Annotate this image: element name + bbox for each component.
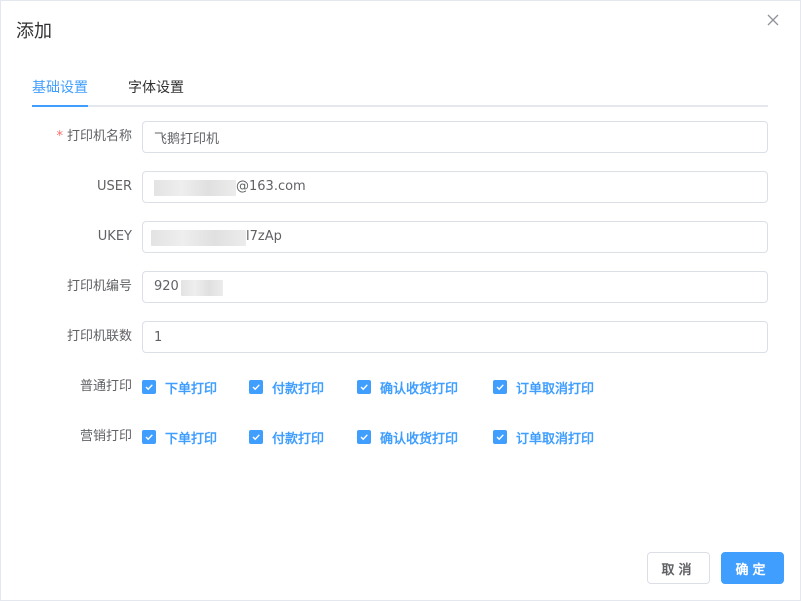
user-row: USER @163.com [1, 171, 801, 203]
marketing-print-row: 营销打印 下单打印 付款打印 确认收货打印 订单取消打印 [1, 421, 801, 453]
checkbox-checked[interactable] [493, 380, 507, 394]
ukey-value: l7zAp [246, 229, 282, 244]
printer-name-row: * 打印机名称 [1, 121, 801, 153]
add-printer-dialog: 添加 基础设置 字体设置 *打印机名称 USER @163.com UKEY l… [0, 0, 801, 601]
printer-name-label: * 打印机名称 [56, 129, 132, 144]
checkbox-checked[interactable] [249, 430, 263, 444]
user-value: @163.com [236, 179, 306, 194]
printer-sn-value: 920 [154, 279, 179, 294]
marketing-print-order-checkbox[interactable]: 下单打印 [142, 421, 217, 453]
checkbox-checked[interactable] [357, 380, 371, 394]
user-label: USER [96, 179, 132, 194]
checkbox-checked[interactable] [142, 380, 156, 394]
tab-active-indicator [32, 105, 88, 107]
close-icon[interactable] [766, 13, 782, 29]
normal-print-cancel-checkbox[interactable]: 订单取消打印 [493, 371, 594, 403]
ukey-input[interactable]: l7zAp [142, 221, 768, 253]
checkbox-checked[interactable] [357, 430, 371, 444]
normal-print-label: 普通打印 [79, 379, 132, 394]
marketing-print-cancel-checkbox[interactable]: 订单取消打印 [493, 421, 594, 453]
printer-sn-label: 打印机编号 [66, 279, 132, 294]
cancel-button[interactable]: 取消 [647, 552, 710, 584]
checkbox-checked[interactable] [493, 430, 507, 444]
redacted-blur [151, 230, 246, 246]
tab-basic-settings[interactable]: 基础设置 [32, 77, 88, 97]
tabs-bar: 基础设置 字体设置 [32, 65, 768, 107]
copies-input[interactable] [142, 321, 768, 353]
copies-label: 打印机联数 [66, 329, 132, 344]
normal-print-receipt-checkbox[interactable]: 确认收货打印 [357, 371, 458, 403]
redacted-blur [181, 280, 223, 296]
ukey-label: UKEY [97, 229, 132, 244]
checkbox-checked[interactable] [142, 430, 156, 444]
marketing-print-label: 营销打印 [79, 429, 132, 444]
printer-sn-input[interactable]: 920 [142, 271, 768, 303]
printer-name-input[interactable] [142, 121, 768, 153]
redacted-blur [154, 180, 236, 196]
normal-print-row: 普通打印 下单打印 付款打印 确认收货打印 订单取消打印 [1, 371, 801, 403]
copies-row: 打印机联数 [1, 321, 801, 353]
checkbox-checked[interactable] [249, 380, 263, 394]
user-input[interactable]: @163.com [142, 171, 768, 203]
normal-print-payment-checkbox[interactable]: 付款打印 [249, 371, 324, 403]
ukey-row: UKEY l7zAp [1, 221, 801, 253]
marketing-print-receipt-checkbox[interactable]: 确认收货打印 [357, 421, 458, 453]
required-mark: * [56, 129, 63, 144]
confirm-button[interactable]: 确定 [721, 552, 784, 584]
tab-font-settings[interactable]: 字体设置 [128, 77, 184, 97]
marketing-print-payment-checkbox[interactable]: 付款打印 [249, 421, 324, 453]
dialog-title: 添加 [16, 21, 52, 42]
normal-print-order-checkbox[interactable]: 下单打印 [142, 371, 217, 403]
printer-sn-row: 打印机编号 920 [1, 271, 801, 303]
